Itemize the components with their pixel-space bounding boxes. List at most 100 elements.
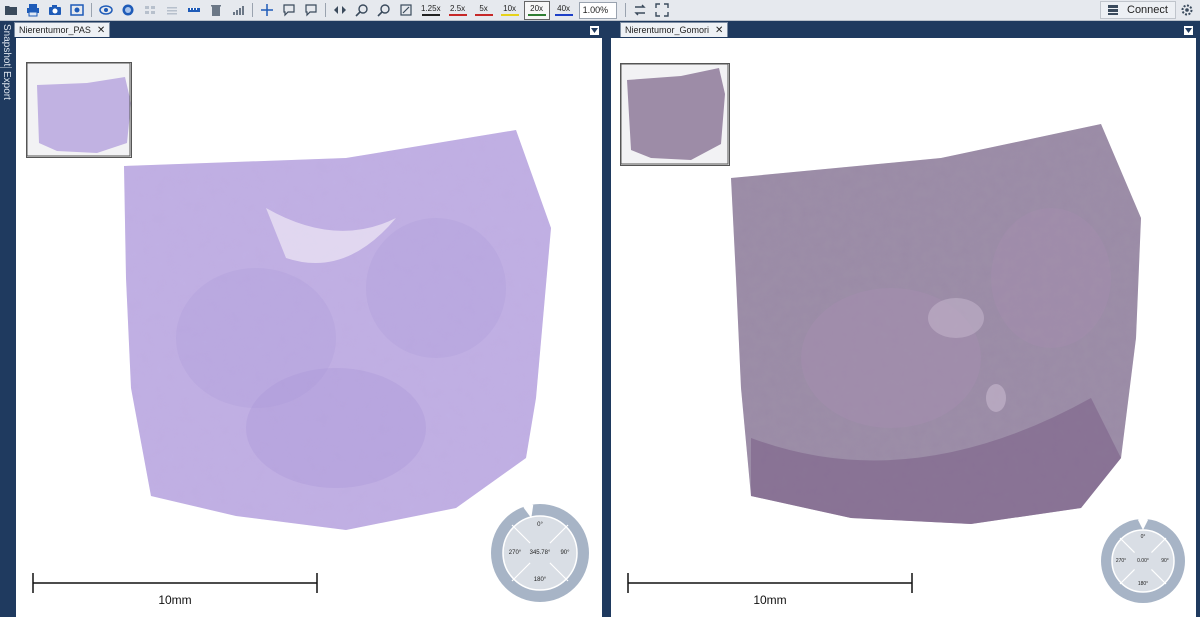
- fit-button[interactable]: [395, 1, 417, 20]
- triangle-down-icon: [1185, 28, 1192, 33]
- viewer-menu-button[interactable]: [589, 25, 600, 36]
- fullscreen-button[interactable]: [651, 1, 673, 20]
- thumbnail-image: [26, 62, 131, 157]
- viewer-panel-left: Nierentumor_PAS ✕ 10mm 0° 270° 345.78° 9…: [12, 21, 606, 617]
- zoom-in-icon: [355, 4, 368, 17]
- compass-top-label: 0°: [1140, 534, 1146, 540]
- navigate-button[interactable]: [329, 1, 351, 20]
- scale-label: 10mm: [753, 593, 787, 607]
- tab-label: Nierentumor_PAS: [19, 25, 91, 35]
- camera-icon: [49, 5, 61, 15]
- zoom-color-bar: [500, 14, 519, 16]
- tab-label: Nierentumor_Gomori: [625, 25, 710, 35]
- zoom-label: 2.5x: [450, 4, 466, 13]
- fullscreen-icon: [654, 3, 669, 17]
- main-toolbar: 1.25x 2.5x 5x 10x 20x 40x: [0, 0, 1200, 21]
- expand-icon: [400, 4, 412, 16]
- scale-bar: [32, 573, 318, 593]
- zoom-color-bar: [474, 14, 493, 16]
- viewer-menu-button[interactable]: [1183, 25, 1194, 36]
- zoom-5x-button[interactable]: 5x: [472, 1, 496, 20]
- pan-button[interactable]: [256, 1, 278, 20]
- zoom-color-bar: [554, 14, 573, 16]
- side-tab-export[interactable]: Export: [0, 67, 12, 100]
- swap-button[interactable]: [629, 1, 651, 20]
- histogram-icon: [233, 6, 244, 15]
- tab-nierentumor-gomori[interactable]: Nierentumor_Gomori ✕: [620, 22, 729, 37]
- grid-button[interactable]: [139, 1, 161, 20]
- delete-button[interactable]: [205, 1, 227, 20]
- zoom-10x-button[interactable]: 10x: [498, 1, 522, 20]
- speech-bubble-icon: [283, 4, 295, 17]
- arrows-icon: [334, 6, 346, 14]
- scale-label: 10mm: [158, 593, 192, 607]
- lines-icon: [167, 7, 177, 15]
- histogram-button[interactable]: [227, 1, 249, 20]
- toolbar-separator: [91, 3, 92, 17]
- measure-button[interactable]: [183, 1, 205, 20]
- compass-bottom-label: 180°: [533, 577, 547, 583]
- zoom-label: 40x: [557, 4, 571, 13]
- zoom-label: 5x: [479, 4, 488, 13]
- zoom-color-bar: [448, 14, 467, 16]
- zoom-label: 1.25x: [421, 4, 441, 13]
- open-folder-button[interactable]: [0, 1, 22, 20]
- zoom-2-5x-button[interactable]: 2.5x: [446, 1, 470, 20]
- region-snapshot-button[interactable]: [66, 1, 88, 20]
- annotations-button[interactable]: [161, 1, 183, 20]
- side-tab-strip: Snapshot Export: [0, 21, 12, 617]
- compass-bottom-label: 180°: [1137, 581, 1149, 587]
- compass-right-label: 90°: [1161, 558, 1169, 564]
- slide-viewer-pas[interactable]: 10mm 0° 270° 345.78° 90° 180°: [16, 38, 602, 617]
- tab-nierentumor-pas[interactable]: Nierentumor_PAS ✕: [14, 22, 111, 37]
- zoom-40x-button[interactable]: 40x: [552, 1, 576, 20]
- note-button[interactable]: [300, 1, 322, 20]
- zoom-in-button[interactable]: [351, 1, 373, 20]
- close-icon[interactable]: ✕: [715, 25, 723, 36]
- rotation-compass[interactable]: 0° 270° 0.00° 90° 180°: [1100, 518, 1186, 604]
- rotation-compass[interactable]: 0° 270° 345.78° 90° 180°: [490, 503, 590, 603]
- zoom-out-button[interactable]: [373, 1, 395, 20]
- viewer-tabbar: Nierentumor_PAS ✕: [12, 21, 606, 37]
- folder-icon: [5, 6, 17, 15]
- zoom-label: 20x: [530, 4, 544, 13]
- eye-icon: [99, 5, 113, 15]
- sync-view-button[interactable]: [95, 1, 117, 20]
- swap-icon: [633, 4, 646, 16]
- scale-bar: [627, 573, 913, 593]
- toolbar-separator: [624, 3, 626, 17]
- compass-left-label: 270°: [508, 550, 522, 556]
- camera-frame-icon: [70, 4, 84, 16]
- overview-thumbnail-gomori[interactable]: [620, 63, 730, 166]
- close-icon[interactable]: ✕: [97, 25, 105, 36]
- grid-icon: [145, 6, 155, 14]
- zoom-20x-button[interactable]: 20x: [523, 0, 550, 20]
- compass-right-label: 90°: [560, 550, 570, 556]
- comment-button[interactable]: [278, 1, 300, 20]
- zoom-value-input[interactable]: [578, 1, 617, 19]
- compass-angle-value: 0.00°: [1137, 558, 1149, 564]
- trash-icon: [211, 5, 221, 16]
- viewer-panel-right: Nierentumor_Gomori ✕ 10mm 0° 270° 0.00° …: [606, 21, 1200, 617]
- overview-thumbnail-pas[interactable]: [26, 62, 132, 158]
- toolbar-separator: [325, 3, 326, 17]
- toolbar-separator: [252, 3, 253, 17]
- printer-icon: [27, 4, 39, 17]
- zoom-color-bar: [527, 14, 546, 16]
- record-button[interactable]: [117, 1, 139, 20]
- compass-top-label: 0°: [537, 522, 543, 528]
- slide-viewer-gomori[interactable]: 10mm 0° 270° 0.00° 90° 180°: [611, 38, 1196, 617]
- triangle-down-icon: [591, 28, 598, 33]
- compass-angle-value: 345.78°: [529, 550, 551, 556]
- connect-label: Connect: [1127, 4, 1168, 16]
- snapshot-button[interactable]: [44, 1, 66, 20]
- zoom-label: 10x: [503, 4, 517, 13]
- print-button[interactable]: [22, 1, 44, 20]
- zoom-1-25x-button[interactable]: 1.25x: [418, 1, 444, 20]
- gear-icon[interactable]: [1180, 3, 1194, 17]
- connect-button[interactable]: Connect: [1100, 1, 1176, 19]
- record-icon: [122, 4, 134, 16]
- side-tab-snapshot[interactable]: Snapshot: [0, 24, 12, 66]
- server-icon: [1108, 5, 1118, 15]
- crosshair-icon: [261, 4, 273, 16]
